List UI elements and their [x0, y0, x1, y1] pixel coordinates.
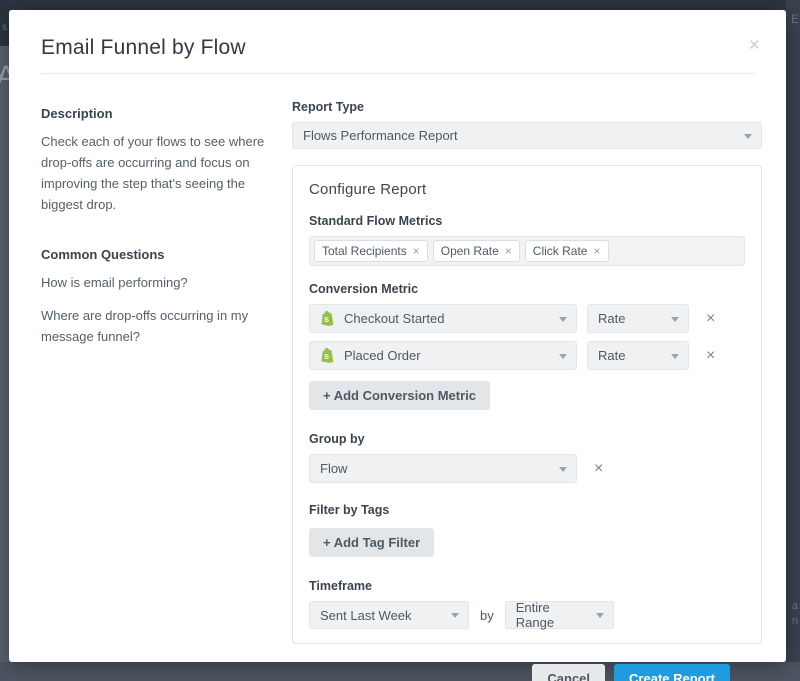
aggregation-select[interactable]: Rate [587, 304, 689, 333]
create-report-button[interactable]: Create Report [614, 664, 730, 681]
metric-tag: Click Rate × [525, 240, 609, 262]
chevron-down-icon [451, 613, 459, 618]
timeframe-by-label: by [480, 608, 494, 623]
conversion-metric-select[interactable]: S Checkout Started [309, 304, 577, 333]
metric-tag: Total Recipients × [314, 240, 428, 262]
modal-body: Description Check each of your flows to … [9, 74, 786, 681]
modal-header: Email Funnel by Flow × [9, 10, 786, 60]
report-type-label: Report Type [292, 100, 762, 114]
description-panel: Description Check each of your flows to … [41, 100, 280, 681]
conversion-metric-select[interactable]: S Placed Order [309, 341, 577, 370]
remove-metric-icon[interactable]: × [706, 348, 715, 364]
chevron-down-icon [559, 467, 567, 472]
report-type-value: Flows Performance Report [303, 128, 458, 143]
timeframe-label: Timeframe [309, 579, 745, 593]
timeframe-select[interactable]: Sent Last Week [309, 601, 469, 629]
common-question: Where are drop-offs occurring in my mess… [41, 305, 280, 347]
report-type-select[interactable]: Flows Performance Report [292, 122, 762, 149]
background-right-strip [786, 0, 800, 681]
remove-tag-icon[interactable]: × [413, 244, 420, 258]
shopify-icon: S [320, 310, 335, 327]
background-topbar [0, 0, 800, 10]
screen: s A E a n Email Funnel by Flow × Descrip… [0, 0, 800, 681]
timeframe-value: Sent Last Week [320, 608, 412, 623]
modal-title: Email Funnel by Flow [41, 36, 754, 60]
conversion-metric-row: S Placed Order Rate × [309, 341, 745, 370]
chevron-down-icon [671, 317, 679, 322]
common-questions-heading: Common Questions [41, 247, 280, 262]
cancel-button[interactable]: Cancel [532, 664, 605, 681]
group-by-select[interactable]: Flow [309, 454, 577, 483]
group-by-value: Flow [320, 461, 347, 476]
configure-report-section: Configure Report Standard Flow Metrics T… [292, 165, 762, 644]
filter-by-tags-label: Filter by Tags [309, 503, 745, 517]
metric-tag-label: Total Recipients [322, 244, 407, 258]
aggregation-select[interactable]: Rate [587, 341, 689, 370]
chevron-down-icon [596, 613, 604, 618]
add-conversion-metric-button[interactable]: + Add Conversion Metric [309, 381, 490, 410]
add-tag-filter-button[interactable]: + Add Tag Filter [309, 528, 434, 557]
metric-tag-label: Open Rate [441, 244, 499, 258]
chevron-down-icon [559, 354, 567, 359]
aggregation-value: Rate [598, 348, 625, 363]
conversion-metric-row: S Checkout Started Rate × [309, 304, 745, 333]
conversion-metric-value: Checkout Started [344, 311, 444, 326]
chevron-down-icon [744, 134, 752, 139]
description-text: Check each of your flows to see where dr… [41, 131, 280, 215]
aggregation-value: Rate [598, 311, 625, 326]
timeframe-interval-value: Entire Range [516, 600, 589, 630]
description-heading: Description [41, 106, 280, 121]
group-by-row: Flow × [309, 454, 745, 483]
report-modal: Email Funnel by Flow × Description Check… [9, 10, 786, 662]
background-navbar-corner [0, 0, 9, 46]
close-icon[interactable]: × [749, 36, 760, 55]
chevron-down-icon [559, 317, 567, 322]
conversion-metric-label: Conversion Metric [309, 282, 745, 296]
conversion-metric-value: Placed Order [344, 348, 421, 363]
group-by-label: Group by [309, 432, 745, 446]
standard-flow-metrics-input[interactable]: Total Recipients × Open Rate × Click Rat… [309, 236, 745, 266]
standard-flow-metrics-label: Standard Flow Metrics [309, 214, 745, 228]
remove-metric-icon[interactable]: × [706, 311, 715, 327]
svg-text:S: S [324, 315, 329, 324]
timeframe-interval-select[interactable]: Entire Range [505, 601, 614, 629]
remove-tag-icon[interactable]: × [593, 244, 600, 258]
metric-tag: Open Rate × [433, 240, 520, 262]
shopify-icon: S [320, 347, 335, 364]
remove-group-by-icon[interactable]: × [594, 461, 603, 477]
svg-text:S: S [324, 352, 329, 361]
common-question: How is email performing? [41, 272, 280, 293]
metric-tag-label: Click Rate [533, 244, 588, 258]
timeframe-row: Sent Last Week by Entire Range [309, 601, 745, 629]
configure-report-heading: Configure Report [309, 181, 745, 198]
chevron-down-icon [671, 354, 679, 359]
modal-footer: Cancel Create Report [292, 644, 762, 681]
remove-tag-icon[interactable]: × [505, 244, 512, 258]
report-form: Report Type Flows Performance Report Con… [292, 100, 762, 681]
